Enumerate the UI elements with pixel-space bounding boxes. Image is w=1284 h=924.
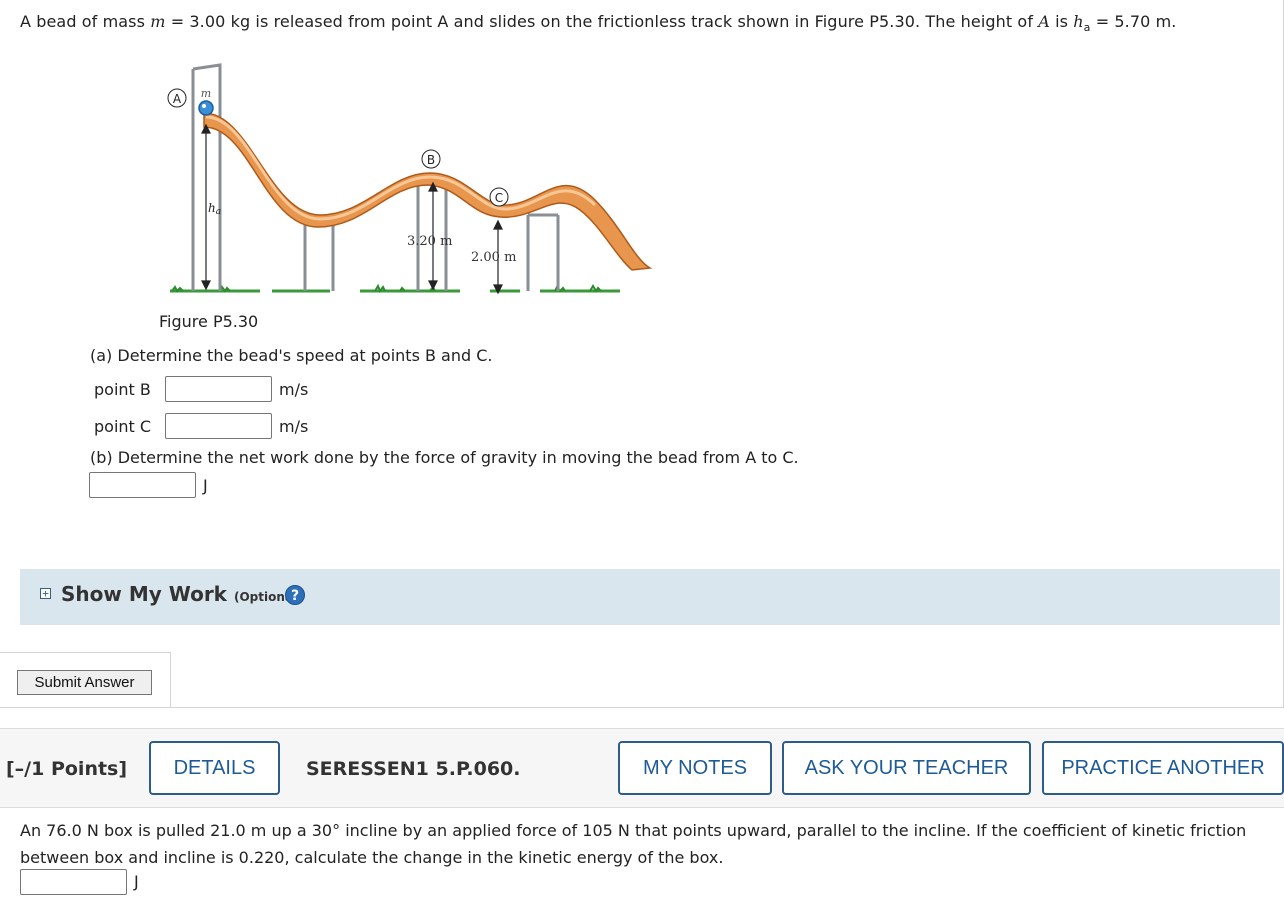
ground-grass: [170, 283, 620, 294]
question-code: SERESSEN1 5.P.060.: [306, 758, 521, 780]
submit-answer-button[interactable]: Submit Answer: [17, 670, 152, 695]
part-a-prompt: (a) Determine the bead's speed at points…: [90, 346, 493, 365]
bead-highlight: [202, 104, 206, 108]
figure-p5-30: A m B C ha 3.20 m 2.00 m: [167, 63, 653, 295]
svg-text:A: A: [173, 92, 182, 106]
kinetic-energy-input[interactable]: [20, 869, 127, 895]
details-button[interactable]: DETAILS: [149, 741, 280, 795]
ask-your-teacher-button[interactable]: ASK YOUR TEACHER: [782, 741, 1031, 795]
label-C: C: [489, 187, 509, 207]
label-200m: 2.00 m: [471, 250, 516, 265]
work-input[interactable]: [89, 472, 196, 498]
point-c-unit: m/s: [279, 417, 309, 436]
point-b-label: point B: [94, 380, 151, 399]
show-my-work-title[interactable]: Show My Work (Optional): [61, 582, 303, 606]
point-c-label: point C: [94, 417, 152, 436]
point-b-input[interactable]: [165, 376, 272, 402]
question-2-header: [–/1 Points] DETAILS SERESSEN1 5.P.060. …: [0, 728, 1284, 808]
svg-text:C: C: [495, 191, 503, 205]
my-notes-button[interactable]: MY NOTES: [618, 741, 772, 795]
help-icon[interactable]: ?: [285, 585, 305, 605]
label-B: B: [421, 149, 441, 169]
kinetic-energy-unit: J: [134, 872, 139, 891]
practice-another-button[interactable]: PRACTICE ANOTHER: [1042, 741, 1284, 795]
bead: [198, 100, 214, 116]
part-b-prompt: (b) Determine the net work done by the f…: [90, 448, 799, 467]
figure-caption: Figure P5.30: [159, 312, 259, 331]
point-c-input[interactable]: [165, 413, 272, 439]
label-320m: 3.20 m: [407, 234, 452, 249]
expand-plus-icon[interactable]: +: [40, 588, 51, 599]
problem-statement: A bead of mass m = 3.00 kg is released f…: [20, 12, 1177, 35]
svg-text:B: B: [427, 153, 435, 167]
points-label: [–/1 Points]: [6, 758, 128, 780]
label-A: A: [167, 88, 187, 108]
work-unit: J: [203, 476, 208, 495]
show-my-work-bar[interactable]: + Show My Work (Optional) ?: [20, 569, 1280, 625]
question-2-statement: An 76.0 N box is pulled 21.0 m up a 30° …: [20, 821, 1247, 867]
point-b-unit: m/s: [279, 380, 309, 399]
label-m: m: [201, 87, 211, 100]
